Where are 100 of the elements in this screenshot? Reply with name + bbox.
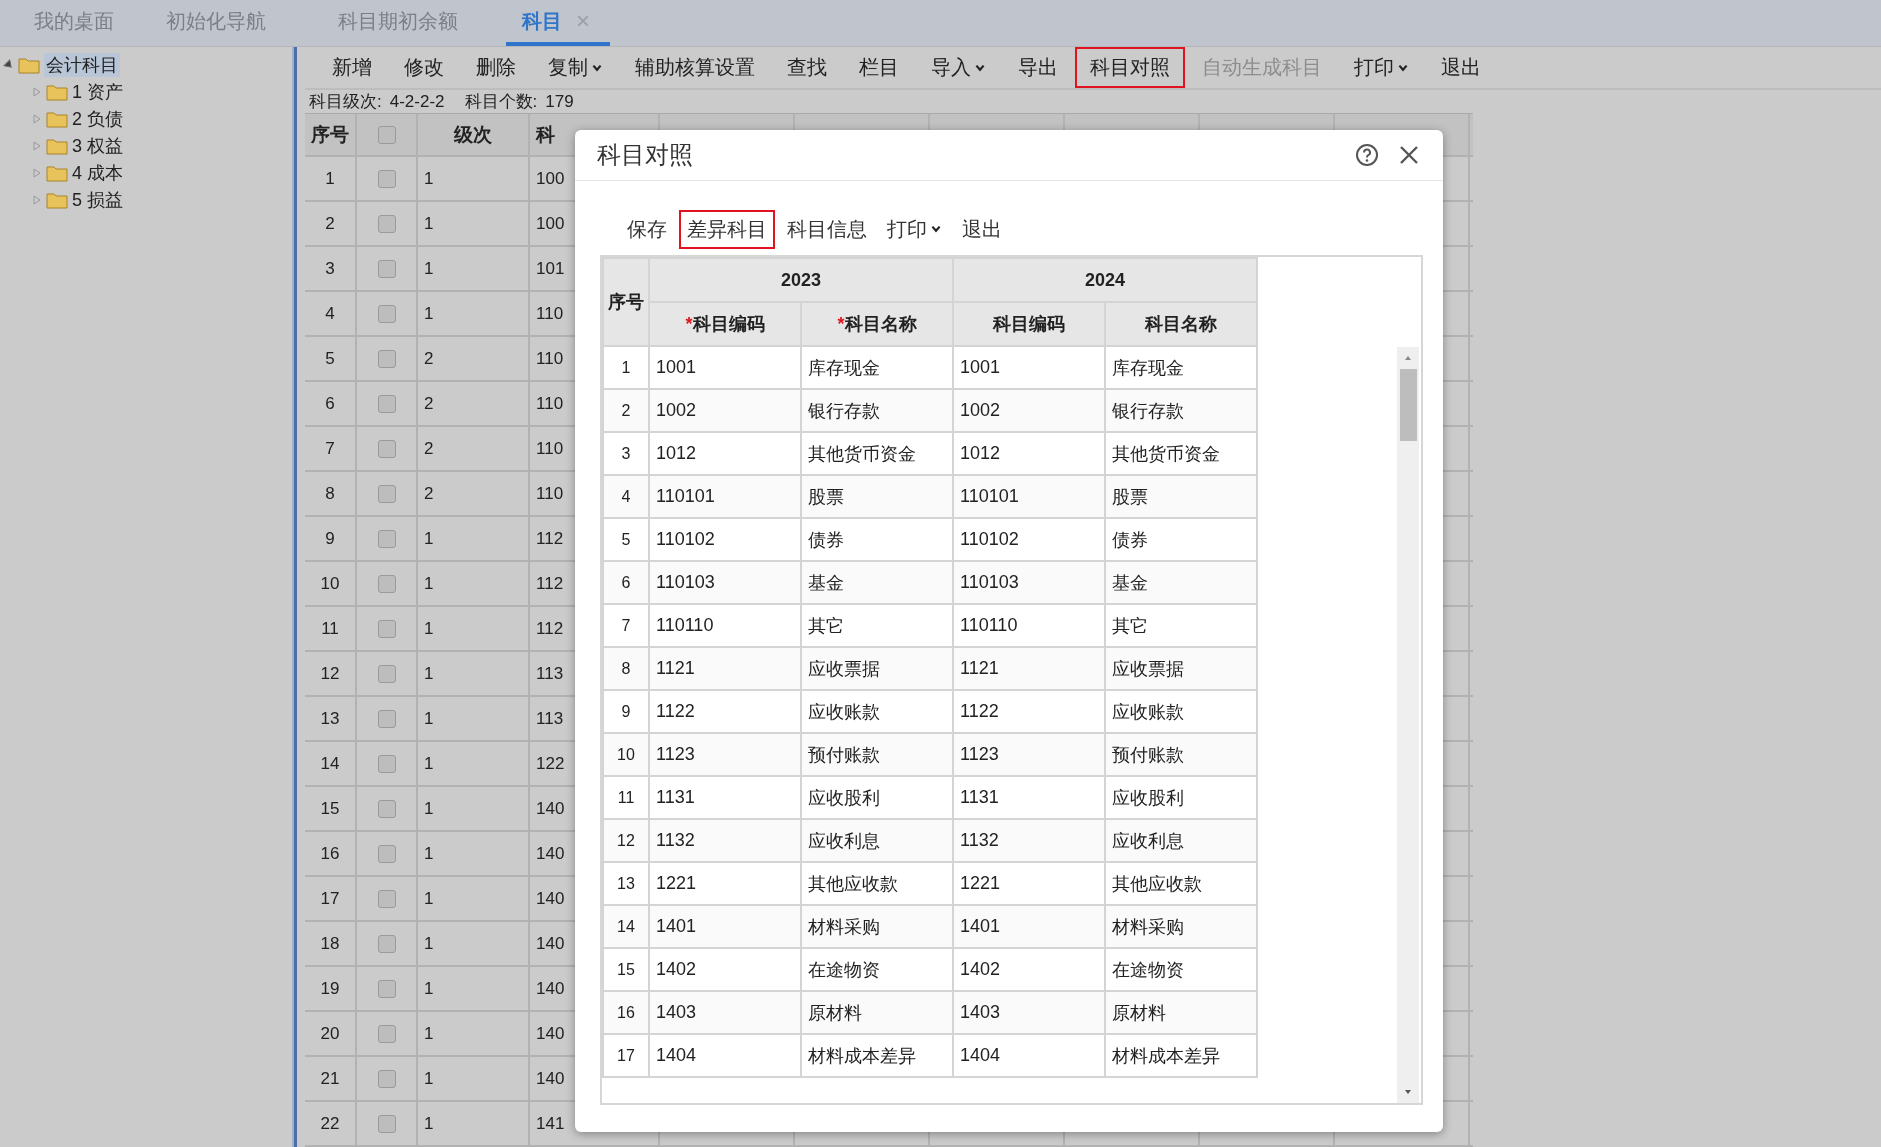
table-cell: 1012: [649, 432, 801, 475]
table-cell: 其他应收款: [1105, 862, 1257, 905]
toolbar-button[interactable]: 打印: [879, 209, 950, 249]
scrollbar[interactable]: [1397, 347, 1419, 1103]
table-cell: 1404: [649, 1034, 801, 1077]
scroll-thumb[interactable]: [1399, 369, 1417, 441]
checkbox[interactable]: [377, 1024, 396, 1043]
checkbox[interactable]: [377, 439, 396, 458]
table-cell: 2: [418, 427, 530, 470]
checkbox[interactable]: [377, 304, 396, 323]
table-cell: 19: [305, 967, 357, 1010]
table-cell: 1: [418, 202, 530, 245]
checkbox[interactable]: [377, 889, 396, 908]
checkbox[interactable]: [377, 664, 396, 683]
checkbox[interactable]: [377, 169, 396, 188]
tree-item[interactable]: 5 损益: [72, 187, 123, 212]
toolbar-button[interactable]: 导出: [1003, 47, 1073, 88]
table-cell: 110110: [649, 604, 801, 647]
table-cell: 1402: [953, 948, 1105, 991]
toolbar-button[interactable]: 修改: [389, 47, 459, 88]
checkbox[interactable]: [377, 709, 396, 728]
checkbox[interactable]: [377, 214, 396, 233]
checkbox[interactable]: [377, 574, 396, 593]
tree-item[interactable]: 会计科目: [44, 52, 120, 77]
table-cell: 2: [418, 472, 530, 515]
table-cell: 1: [418, 1057, 530, 1100]
table-cell: 应收利息: [801, 819, 953, 862]
tree-item[interactable]: 4 成本: [72, 160, 123, 185]
table-cell: 1: [418, 607, 530, 650]
toolbar-button[interactable]: 栏目: [844, 47, 914, 88]
table-cell: 1002: [953, 389, 1105, 432]
table-cell: 17: [603, 1034, 649, 1077]
checkbox[interactable]: [377, 484, 396, 503]
table-cell: 13: [305, 697, 357, 740]
checkbox[interactable]: [377, 979, 396, 998]
table-cell: 2: [305, 202, 357, 245]
table-cell: 原材料: [801, 991, 953, 1034]
table-cell: 应收票据: [1105, 647, 1257, 690]
table-cell: 6: [603, 561, 649, 604]
table-cell: 在途物资: [1105, 948, 1257, 991]
caret-icon[interactable]: [930, 223, 942, 235]
toolbar-button[interactable]: 删除: [461, 47, 531, 88]
table-cell: 1121: [953, 647, 1105, 690]
table-cell: 银行存款: [1105, 389, 1257, 432]
toolbar-button[interactable]: 打印: [1339, 47, 1424, 88]
toolbar-button[interactable]: 科目信息: [779, 209, 875, 249]
table-cell: 预付账款: [801, 733, 953, 776]
table-cell: 1221: [953, 862, 1105, 905]
info-value: 4-2-2-2: [389, 91, 445, 112]
checkbox[interactable]: [377, 1114, 396, 1133]
toolbar-button[interactable]: 导入: [916, 47, 1001, 88]
checkbox[interactable]: [377, 1069, 396, 1088]
toolbar-button[interactable]: 辅助核算设置: [620, 47, 770, 88]
table-cell: 1: [418, 1102, 530, 1145]
checkbox[interactable]: [377, 619, 396, 638]
table-cell: 110103: [953, 561, 1105, 604]
checkbox[interactable]: [377, 125, 396, 144]
toolbar-button[interactable]: 退出: [954, 209, 1010, 249]
table-cell: 3: [603, 432, 649, 475]
tree-item[interactable]: 3 权益: [72, 133, 123, 158]
toolbar-button[interactable]: 复制: [533, 47, 618, 88]
table-cell: 1: [603, 346, 649, 389]
table-cell: 1001: [953, 346, 1105, 389]
toolbar-button[interactable]: 退出: [1426, 47, 1496, 88]
toolbar-button[interactable]: 新增: [317, 47, 387, 88]
table-cell: 股票: [801, 475, 953, 518]
table-cell: 12: [603, 819, 649, 862]
table-cell: 1404: [953, 1034, 1105, 1077]
checkbox[interactable]: [377, 934, 396, 953]
table-cell: 债券: [1105, 518, 1257, 561]
table-cell: 2: [418, 337, 530, 380]
table-cell: 14: [603, 905, 649, 948]
column-group-header: 2023: [649, 258, 953, 302]
help-icon[interactable]: [1355, 143, 1379, 167]
table-cell: 4: [603, 475, 649, 518]
table-cell: 库存现金: [1105, 346, 1257, 389]
column-header: 级次: [418, 114, 530, 155]
table-cell: 17: [305, 877, 357, 920]
checkbox[interactable]: [377, 799, 396, 818]
column-header: *科目编码: [649, 302, 801, 346]
checkbox[interactable]: [377, 754, 396, 773]
table-cell: 1122: [953, 690, 1105, 733]
checkbox[interactable]: [377, 394, 396, 413]
toolbar-button[interactable]: 差异科目: [679, 209, 775, 249]
table-cell: 16: [305, 832, 357, 875]
table-cell: 应收股利: [801, 776, 953, 819]
table-cell: 14: [305, 742, 357, 785]
table-cell: 1123: [953, 733, 1105, 776]
tree-item[interactable]: 2 负债: [72, 106, 123, 131]
checkbox[interactable]: [377, 844, 396, 863]
table-cell: 库存现金: [801, 346, 953, 389]
toolbar-button[interactable]: 科目对照: [1075, 47, 1185, 88]
checkbox[interactable]: [377, 349, 396, 368]
checkbox[interactable]: [377, 259, 396, 278]
table-cell: 1403: [953, 991, 1105, 1034]
table-cell: 110103: [649, 561, 801, 604]
tree-item[interactable]: 1 资产: [72, 79, 123, 104]
toolbar-button[interactable]: 查找: [772, 47, 842, 88]
table-cell: 其他货币资金: [1105, 432, 1257, 475]
checkbox[interactable]: [377, 529, 396, 548]
